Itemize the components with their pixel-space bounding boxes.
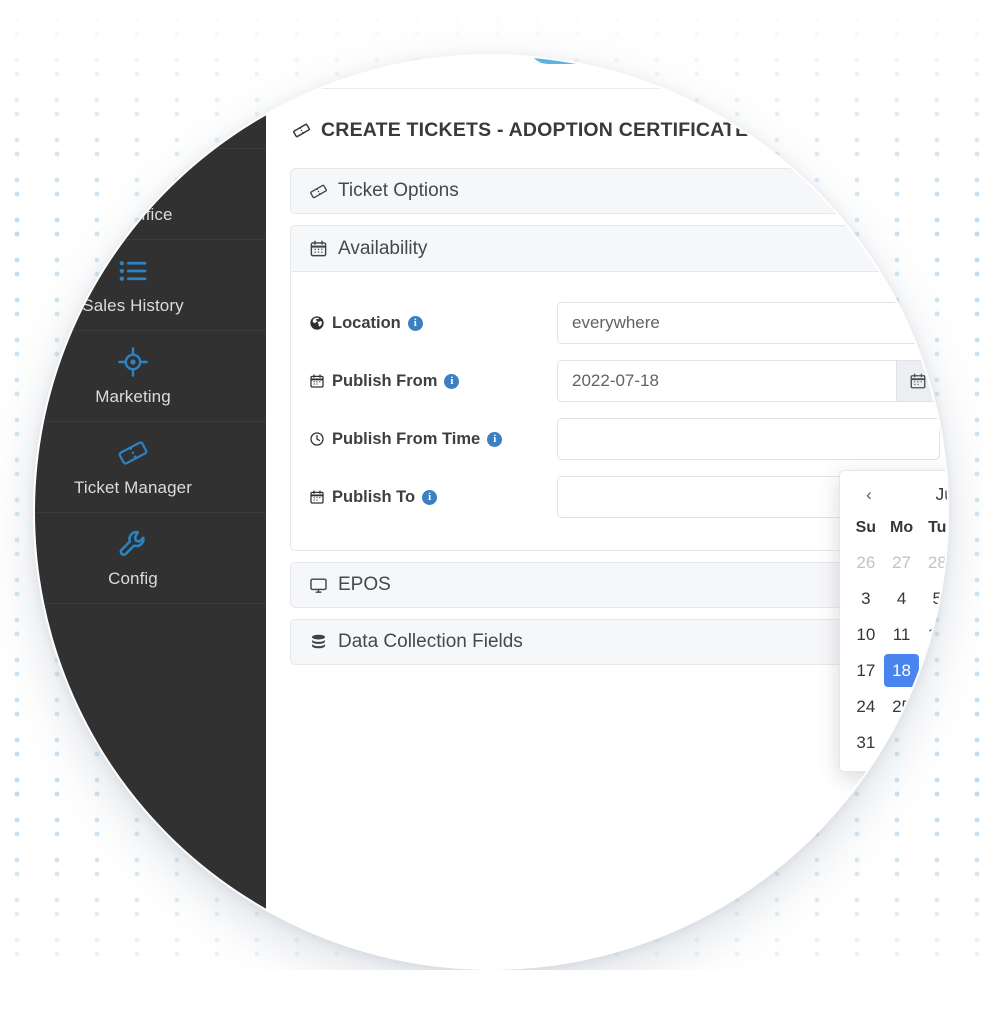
publish-from-calendar-button[interactable]	[896, 360, 940, 402]
calendar-icon	[309, 373, 325, 389]
globe-icon	[309, 315, 325, 331]
datepicker-day[interactable]: 25	[884, 690, 920, 723]
datepicker-day-header: Tu	[928, 519, 947, 536]
info-icon[interactable]: i	[407, 315, 423, 331]
calendar-icon	[309, 239, 328, 258]
panel-availability-header[interactable]: Availability	[291, 226, 947, 272]
headset-icon	[116, 163, 150, 197]
calendar-icon	[909, 372, 927, 390]
sidebar-item-kiosk[interactable]: Kiosk	[35, 58, 266, 149]
info-icon[interactable]: i	[487, 431, 503, 447]
field-label-publish-from-time-text: Publish From Time	[332, 429, 481, 448]
sidebar-item-box-office[interactable]: Box Office	[35, 149, 266, 240]
datepicker-day-header: Mo	[890, 519, 914, 536]
datepicker-day[interactable]: 19	[919, 654, 947, 687]
datepicker-prev-month-button[interactable]: ‹	[858, 483, 880, 505]
field-label-publish-to-text: Publish To	[332, 487, 416, 506]
datepicker-day[interactable]: 10	[848, 618, 884, 651]
datepicker-day[interactable]: 5	[919, 582, 947, 615]
database-icon	[309, 633, 328, 652]
publish-from-time-input[interactable]	[557, 418, 940, 460]
field-control-publish-from-time	[557, 418, 940, 460]
sidebar: ard Kiosk	[35, 56, 266, 913]
field-label-location: Location i	[309, 314, 557, 333]
datepicker-day-selected[interactable]: 18	[883, 654, 920, 687]
datepicker-day[interactable]: 3	[848, 582, 884, 615]
datepicker-day[interactable]: 1	[884, 726, 920, 759]
sidebar-item-marketing[interactable]: Marketing	[35, 331, 266, 422]
ticket-icon	[116, 72, 150, 106]
wrench-icon	[116, 527, 150, 561]
app-window: ard Kiosk	[35, 56, 947, 968]
field-label-publish-to: Publish To i	[309, 488, 557, 507]
datepicker-day-header: Su	[855, 519, 877, 536]
target-icon	[116, 345, 150, 379]
datepicker-day[interactable]: 31	[848, 726, 884, 759]
field-row-publish-from-time: Publish From Time i	[291, 410, 947, 468]
sidebar-item-label: Marketing	[95, 387, 171, 406]
datepicker-day[interactable]: 24	[848, 690, 884, 723]
create-tickets-heading-label: CREATE TICKETS - ADOPTION CERTIFICATE ON…	[321, 119, 830, 141]
datepicker-day[interactable]: 17	[848, 654, 884, 687]
sidebar-item-ticket-manager[interactable]: Ticket Manager	[35, 422, 266, 513]
ticket-icon	[309, 182, 328, 201]
panel-epos-label: EPOS	[338, 574, 391, 595]
create-tickets-heading: CREATE TICKETS - ADOPTION CERTIFICATE ON…	[266, 89, 947, 142]
sidebar-item-label: Box Office	[93, 205, 173, 224]
list-icon	[116, 254, 150, 288]
info-icon[interactable]: i	[422, 489, 438, 505]
publish-from-input[interactable]	[557, 360, 896, 402]
sidebar-item-label: Sales History	[82, 296, 184, 315]
panel-ticket-options[interactable]: Ticket Options	[290, 168, 947, 214]
monitor-icon	[309, 576, 328, 595]
panel-spacer	[290, 214, 947, 225]
page-bottom-surface	[0, 970, 983, 1024]
page-title: Ticket Builder	[314, 56, 509, 63]
top-bar: ard › Ticket Builder Actions	[266, 56, 947, 89]
panel-availability-label: Availability	[338, 237, 428, 259]
field-label-location-text: Location	[332, 313, 401, 332]
datepicker-day[interactable]: 12	[919, 618, 947, 651]
sidebar-item-label: Kiosk	[111, 114, 155, 133]
datepicker-day[interactable]: 27	[884, 546, 920, 579]
panel-ticket-options-label: Ticket Options	[338, 180, 459, 201]
field-control-location	[557, 302, 940, 344]
datepicker-header: ‹ July 2022 ›	[848, 481, 947, 513]
sidebar-item-config[interactable]: Config	[35, 513, 266, 604]
calendar-icon	[309, 489, 325, 505]
datepicker-day[interactable]: 26	[848, 546, 884, 579]
datepicker-grid: SuMoTuWeThFrSa26272829301234567891011121…	[848, 513, 947, 759]
field-label-publish-from-text: Publish From	[332, 371, 438, 390]
info-icon[interactable]: i	[444, 373, 460, 389]
ticket-icon	[116, 436, 150, 470]
field-row-location: Location i	[291, 294, 947, 352]
circular-viewport: ard Kiosk	[35, 56, 947, 968]
main-content: ard › Ticket Builder Actions	[266, 56, 947, 913]
publish-from-input-group	[557, 360, 940, 402]
sidebar-item-sales-history[interactable]: Sales History	[35, 240, 266, 331]
datepicker-day[interactable]: 2	[919, 726, 947, 759]
panel-data-collection-fields-label: Data Collection Fields	[338, 631, 523, 652]
datepicker-popup: ‹ July 2022 › SuMoTuWeThFrSa262728293012…	[839, 470, 947, 772]
datepicker-day[interactable]: 4	[884, 582, 920, 615]
clock-icon	[309, 431, 325, 447]
field-control-publish-from	[557, 360, 940, 402]
field-label-publish-from: Publish From i	[309, 372, 557, 391]
datepicker-month-title[interactable]: July 2022	[936, 484, 947, 505]
sidebar-item-label: Ticket Manager	[74, 478, 192, 497]
sidebar-item-label: Config	[108, 569, 158, 588]
location-input[interactable]	[557, 302, 940, 344]
datepicker-day[interactable]: 28	[919, 546, 947, 579]
ticket-icon	[292, 121, 311, 140]
datepicker-day[interactable]: 26	[919, 690, 947, 723]
datepicker-day[interactable]: 11	[884, 618, 920, 651]
field-row-publish-from: Publish From i	[291, 352, 947, 410]
actions-button[interactable]: Actions	[528, 56, 644, 64]
field-label-publish-from-time: Publish From Time i	[309, 430, 557, 449]
